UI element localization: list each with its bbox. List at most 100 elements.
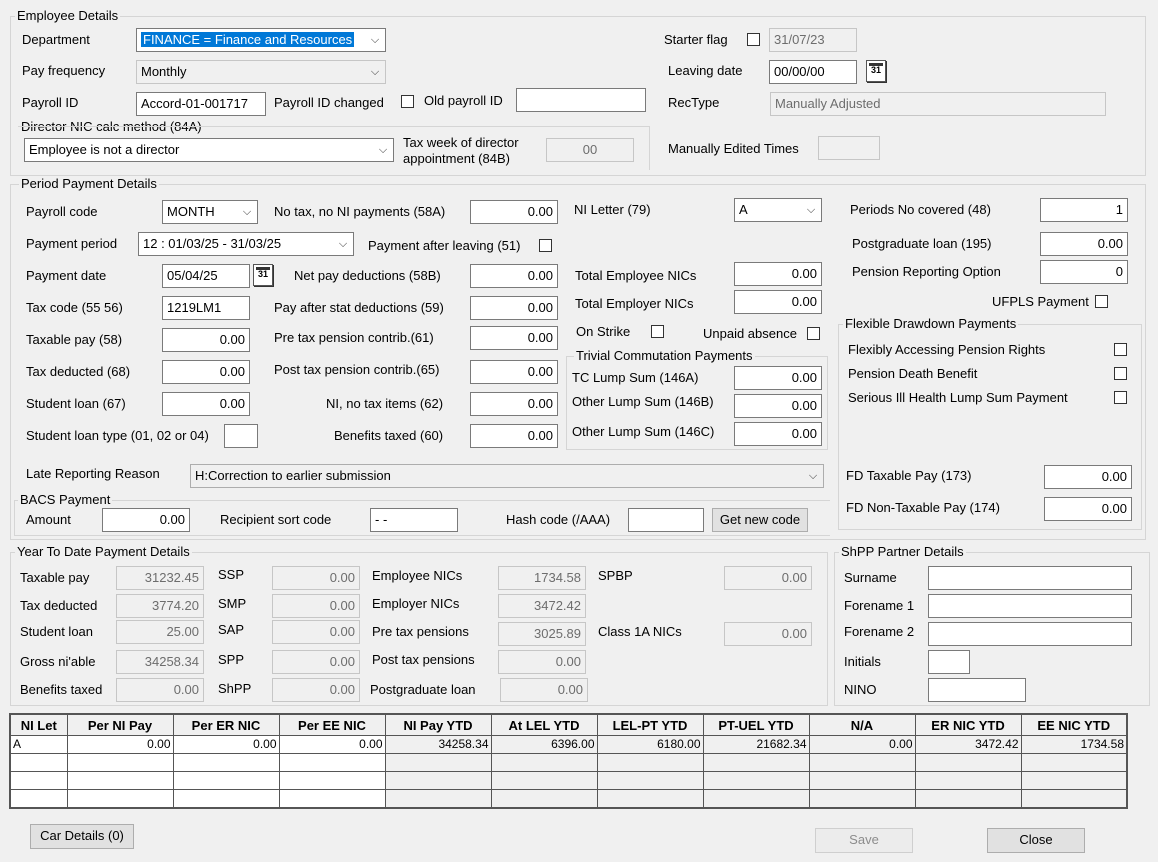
table-cell[interactable] [490,753,598,772]
table-cell[interactable] [1020,789,1128,809]
table-cell[interactable] [702,789,810,809]
column-header[interactable]: Per ER NIC [172,713,280,736]
table-cell[interactable] [172,771,280,790]
shpp-surname-input[interactable] [928,566,1132,590]
table-cell[interactable]: 6396.00 [490,735,598,754]
table-cell[interactable] [66,789,174,809]
table-cell[interactable] [9,753,68,772]
table-row[interactable]: A 0.00 0.00 0.00 34258.34 6396.00 6180.0… [9,735,1128,754]
ni-letter-select[interactable]: A ⌵ [734,198,822,222]
table-cell[interactable]: 0.00 [278,735,386,754]
old-payroll-id-input[interactable] [516,88,646,112]
flex-accessing-checkbox[interactable] [1114,343,1127,356]
table-cell[interactable] [9,771,68,790]
periods-covered-input[interactable]: 1 [1040,198,1128,222]
table-cell[interactable]: 0.00 [808,735,916,754]
no-tax-input[interactable]: 0.00 [470,200,558,224]
shpp-forename2-input[interactable] [928,622,1132,646]
fd-taxable-input[interactable]: 0.00 [1044,465,1132,489]
other-lump-b-input[interactable]: 0.00 [734,394,822,418]
payroll-code-select[interactable]: MONTH ⌵ [162,200,258,224]
table-row[interactable] [9,753,1128,772]
post-tax-pension-input[interactable]: 0.00 [470,360,558,384]
tc-lump-input[interactable]: 0.00 [734,366,822,390]
tax-code-input[interactable]: 1219LM1 [162,296,250,320]
payment-period-select[interactable]: 12 : 01/03/25 - 31/03/25 ⌵ [138,232,354,256]
table-cell[interactable] [914,753,1022,772]
hash-code-input[interactable] [628,508,704,532]
table-cell[interactable]: 34258.34 [384,735,492,754]
table-cell[interactable] [808,771,916,790]
table-cell[interactable] [914,789,1022,809]
leaving-date-input[interactable]: 00/00/00 [769,60,857,84]
table-cell[interactable]: 3472.42 [914,735,1022,754]
ni-no-tax-input[interactable]: 0.00 [470,392,558,416]
pay-frequency-select[interactable]: Monthly ⌵ [136,60,386,84]
table-cell[interactable] [278,789,386,809]
table-cell[interactable] [172,789,280,809]
pension-death-checkbox[interactable] [1114,367,1127,380]
table-cell[interactable] [66,753,174,772]
table-cell[interactable] [1020,753,1128,772]
student-loan-type-input[interactable] [224,424,258,448]
sort-code-input[interactable]: - - [370,508,458,532]
shpp-initials-input[interactable] [928,650,970,674]
late-reporting-select[interactable]: H:Correction to earlier submission ⌵ [190,464,824,488]
column-header[interactable]: At LEL YTD [490,713,598,736]
payment-date-input[interactable]: 05/04/25 [162,264,250,288]
shpp-nino-input[interactable] [928,678,1026,702]
car-details-button[interactable]: Car Details (0) [30,824,134,849]
bacs-amount-input[interactable]: 0.00 [102,508,190,532]
serious-ill-checkbox[interactable] [1114,391,1127,404]
payroll-id-input[interactable]: Accord-01-001717 [136,92,266,116]
on-strike-checkbox[interactable] [651,325,664,338]
calendar-icon[interactable]: 31 [253,264,273,286]
table-cell[interactable] [278,771,386,790]
column-header[interactable]: Per EE NIC [278,713,386,736]
payroll-id-changed-checkbox[interactable] [401,95,414,108]
table-cell[interactable] [702,753,810,772]
starter-flag-checkbox[interactable] [747,33,760,46]
table-cell[interactable]: 0.00 [172,735,280,754]
table-cell[interactable]: 1734.58 [1020,735,1128,754]
ufpls-checkbox[interactable] [1095,295,1108,308]
shpp-forename1-input[interactable] [928,594,1132,618]
column-header[interactable]: Per NI Pay [66,713,174,736]
table-cell[interactable]: 0.00 [66,735,174,754]
table-cell[interactable] [808,789,916,809]
benefits-taxed-input[interactable]: 0.00 [470,424,558,448]
table-cell[interactable] [702,771,810,790]
director-nic-select[interactable]: Employee is not a director ⌵ [24,138,394,162]
pension-reporting-input[interactable]: 0 [1040,260,1128,284]
total-ee-nics-input[interactable]: 0.00 [734,262,822,286]
table-cell[interactable] [66,771,174,790]
column-header[interactable]: NI Let [9,713,68,736]
table-cell[interactable] [1020,771,1128,790]
net-pay-deductions-input[interactable]: 0.00 [470,264,558,288]
column-header[interactable]: PT-UEL YTD [702,713,810,736]
table-cell[interactable] [9,789,68,809]
table-row[interactable] [9,771,1128,790]
table-cell[interactable] [596,789,704,809]
department-select[interactable]: FINANCE = Finance and Resources ⌵ [136,28,386,52]
total-er-nics-input[interactable]: 0.00 [734,290,822,314]
tax-deducted-input[interactable]: 0.00 [162,360,250,384]
column-header[interactable]: ER NIC YTD [914,713,1022,736]
get-new-code-button[interactable]: Get new code [712,508,808,532]
table-cell[interactable] [808,753,916,772]
close-button[interactable]: Close [987,828,1085,853]
column-header[interactable]: LEL-PT YTD [596,713,704,736]
table-row[interactable] [9,789,1128,809]
column-header[interactable]: EE NIC YTD [1020,713,1128,736]
payment-after-leaving-checkbox[interactable] [539,239,552,252]
table-cell[interactable] [172,753,280,772]
table-cell[interactable]: 21682.34 [702,735,810,754]
table-cell[interactable] [596,753,704,772]
postgrad-loan-input[interactable]: 0.00 [1040,232,1128,256]
calendar-icon[interactable]: 31 [866,60,886,82]
table-cell[interactable]: A [9,735,68,754]
student-loan-input[interactable]: 0.00 [162,392,250,416]
taxable-pay-input[interactable]: 0.00 [162,328,250,352]
table-cell[interactable] [384,789,492,809]
column-header[interactable]: N/A [808,713,916,736]
